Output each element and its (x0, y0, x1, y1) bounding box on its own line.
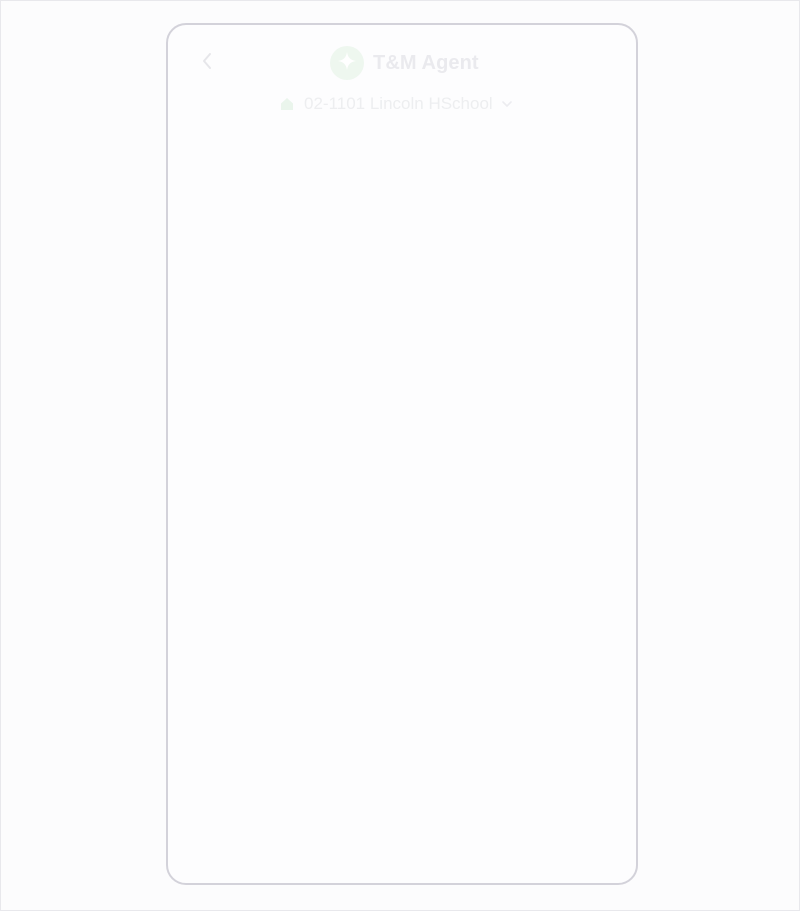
sparkle-icon (337, 51, 357, 76)
phone-screen: T&M Agent 02-1101 Lincoln HSchool (166, 23, 638, 885)
chevron-down-icon (501, 100, 513, 108)
home-icon (280, 97, 294, 111)
chevron-left-icon (201, 51, 213, 76)
project-name: 02-1101 Lincoln HSchool (304, 94, 493, 113)
project-selector[interactable]: 02-1101 Lincoln HSchool (280, 93, 513, 115)
back-button[interactable] (196, 52, 218, 74)
app-title: T&M Agent (373, 51, 479, 74)
agent-logo (330, 46, 364, 80)
header-title-row: T&M Agent (330, 45, 479, 81)
